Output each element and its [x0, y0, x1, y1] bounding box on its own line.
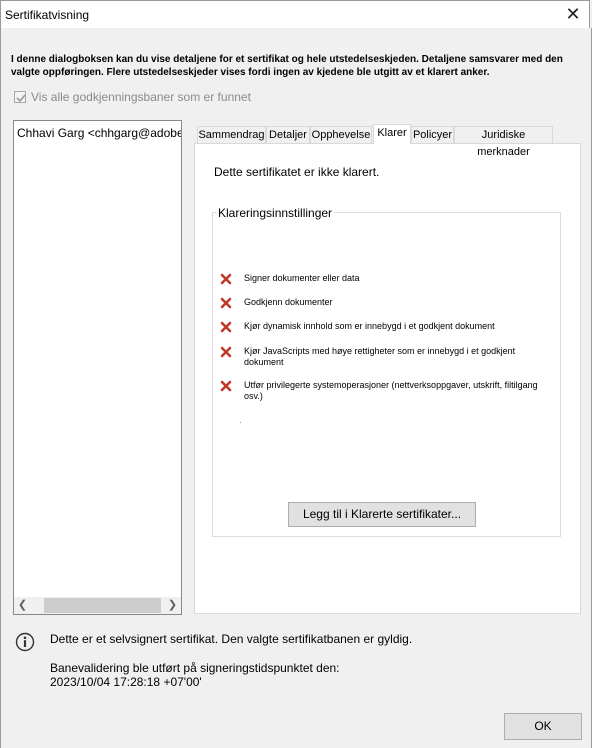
deny-icon [220, 297, 232, 309]
add-to-trusted-button[interactable]: Legg til i Klarerte sertifikater... [288, 502, 476, 527]
trust-settings-title: Klareringsinnstillinger [216, 206, 335, 220]
tree-item[interactable]: Chhavi Garg <chhgarg@adobe.com> [17, 126, 181, 140]
permission-label: Kjør dynamisk innhold som er innebygd i … [244, 321, 495, 331]
tab-details[interactable]: Detaljer [266, 126, 310, 143]
tab-policies[interactable]: Policyer [411, 126, 454, 143]
validation-label: Banevalidering ble utført på signeringst… [50, 661, 340, 675]
divider [240, 422, 241, 423]
deny-icon [220, 346, 232, 358]
trust-settings-group [212, 212, 561, 537]
checkbox-icon[interactable] [14, 91, 26, 103]
validation-timestamp: 2023/10/04 17:28:18 +07'00' [50, 675, 202, 689]
deny-icon [220, 321, 232, 333]
show-all-paths-label: Vis alle godkjenningsbaner som er funnet [31, 90, 251, 104]
permission-label: Utfør privilegerte systemoperasjoner (ne… [244, 380, 538, 401]
tab-summary[interactable]: Sammendrag [197, 126, 266, 143]
close-icon[interactable]: ✕ [561, 3, 585, 25]
scrollbar-thumb[interactable] [44, 598, 161, 613]
permission-label: Kjør JavaScripts med høye rettigheter so… [244, 346, 516, 367]
deny-icon [220, 380, 232, 392]
self-signed-message: Dette er et selvsignert sertifikat. Den … [50, 632, 413, 646]
scroll-left-icon[interactable]: ❮ [14, 597, 31, 614]
deny-icon [220, 273, 232, 285]
ok-button[interactable]: OK [504, 713, 582, 740]
info-icon [15, 632, 35, 652]
tab-legal-notice[interactable]: Juridiske merknader [454, 126, 553, 158]
window-title: Sertifikatvisning [5, 8, 90, 22]
tab-revocation[interactable]: Opphevelse [310, 126, 372, 143]
certificate-tree[interactable]: Chhavi Garg <chhgarg@adobe.com> ❮ ❯ [13, 120, 182, 615]
title-bar: Sertifikatvisning ✕ [0, 0, 590, 28]
trust-status-text: Dette sertifikatet er ikke klarert. [214, 165, 380, 179]
intro-text: I denne dialogboksen kan du vise detalje… [11, 54, 563, 78]
permission-label: Signer dokumenter eller data [244, 273, 360, 283]
tab-trust[interactable]: Klarer [373, 124, 411, 144]
horizontal-scrollbar[interactable]: ❮ ❯ [14, 597, 181, 614]
scroll-right-icon[interactable]: ❯ [164, 597, 181, 614]
permission-label: Godkjenn dokumenter [244, 297, 333, 307]
